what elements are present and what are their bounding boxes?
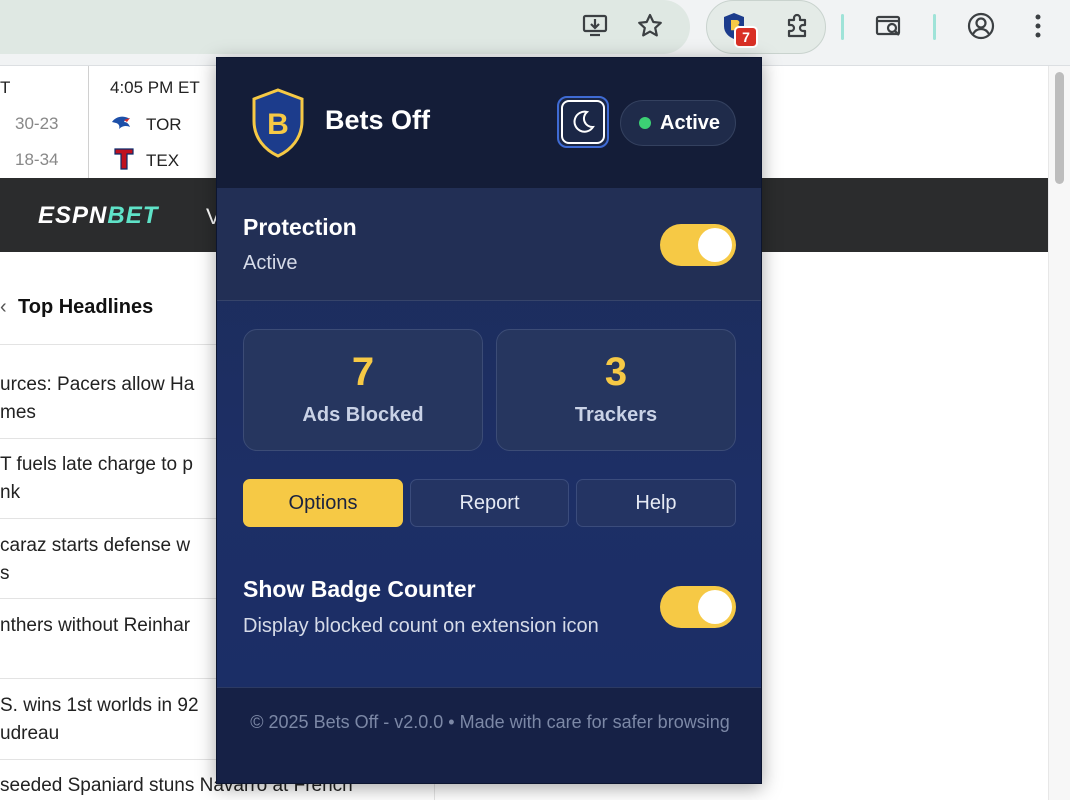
profile-icon[interactable] [963,8,999,44]
extension-badge-count: 7 [734,26,758,48]
score-header-partial: T [0,78,11,97]
headlines-title: Top Headlines [18,296,154,318]
rangers-logo-icon [114,148,134,170]
protection-toggle[interactable] [660,224,736,266]
team-name-2[interactable]: TEX [146,151,179,171]
popup-header: B Bets Off Active [217,58,761,188]
trackers-count: 3 [604,350,628,394]
bookmark-star-icon[interactable] [632,8,668,44]
team-name-1[interactable]: TOR [146,115,182,135]
badge-counter-description: Display blocked count on extension icon [243,615,599,637]
toolbar-divider [841,14,844,40]
trackers-card: 3 Trackers [496,329,736,451]
bets-off-popup: B Bets Off Active Protection Active 7 Ad… [216,57,762,784]
footer-text: © 2025 Bets Off - v2.0.0 • Made with car… [250,712,730,732]
search-tab-icon[interactable] [871,8,907,44]
record-1: 30-23 [15,114,59,133]
menu-icon[interactable] [1020,8,1056,44]
record-2: 18-34 [15,150,59,169]
score-divider [88,66,89,178]
ads-blocked-count: 7 [351,350,375,394]
popup-title: Bets Off [325,105,431,135]
blue-jays-logo-icon [112,116,130,129]
ads-blocked-label: Ads Blocked [302,404,424,426]
status-dot-icon [639,117,651,129]
game-time[interactable]: 4:05 PM ET [110,78,200,98]
toggle-knob [698,590,732,624]
espn-logo-text: ESPN [38,202,108,229]
help-button[interactable]: Help [576,479,736,527]
bets-off-shield-logo-icon: B [252,88,304,158]
page-scrollbar-thumb[interactable] [1055,72,1064,184]
protection-title: Protection [243,214,357,240]
extensions-puzzle-icon[interactable] [779,8,815,44]
toggle-knob [698,228,732,262]
popup-footer: © 2025 Bets Off - v2.0.0 • Made with car… [217,687,761,783]
protection-status: Active [243,252,298,274]
trackers-label: Trackers [574,404,658,426]
install-app-icon[interactable] [577,8,613,44]
options-button[interactable]: Options [243,479,403,527]
status-text: Active [660,111,721,134]
bet-logo-text: BET [107,202,159,229]
headline-marker: ‹ [0,296,7,318]
toolbar-divider [933,14,936,40]
report-button[interactable]: Report [410,479,569,527]
moon-icon [573,110,595,133]
dark-mode-focus-ring [561,100,605,144]
logo-letter: B [267,108,289,141]
espn-bet-logo[interactable]: ESPNBET [38,202,158,230]
protection-section: Protection Active [217,188,761,301]
ads-blocked-card: 7 Ads Blocked [243,329,483,451]
badge-counter-title: Show Badge Counter [243,576,476,602]
badge-counter-toggle[interactable] [660,586,736,628]
dark-mode-toggle-button[interactable] [557,96,609,148]
status-badge: Active [620,100,736,146]
